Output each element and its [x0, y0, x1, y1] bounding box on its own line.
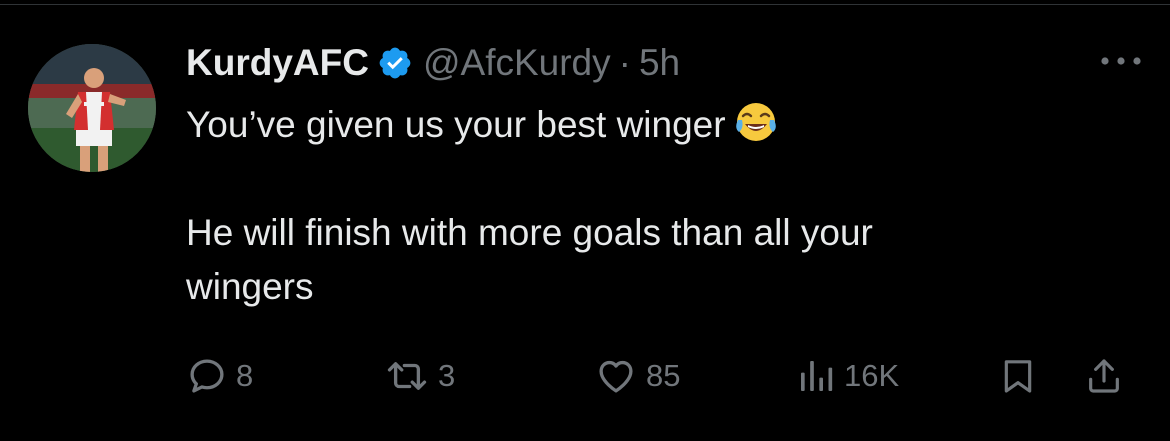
- tweet-text-line: You’ve given us your best winger: [186, 98, 1136, 152]
- retweet-icon: [387, 362, 427, 390]
- like-button[interactable]: 85: [594, 350, 680, 402]
- retweet-count: 3: [438, 358, 456, 393]
- like-count: 85: [646, 358, 681, 393]
- display-name[interactable]: KurdyAFC: [186, 42, 369, 84]
- retweet-button[interactable]: 3: [384, 350, 455, 402]
- share-icon: [1089, 359, 1119, 393]
- views-icon: [801, 361, 833, 391]
- separator-dot: ·: [618, 42, 631, 83]
- reply-button[interactable]: 8: [186, 350, 253, 402]
- handle[interactable]: @AfcKurdy: [423, 42, 611, 84]
- bookmark-button[interactable]: [998, 350, 1038, 402]
- more-options-button[interactable]: [1096, 46, 1146, 76]
- top-divider: [0, 4, 1170, 5]
- more-icon: [1101, 57, 1141, 65]
- heart-icon: [599, 360, 633, 393]
- bookmark-icon: [1004, 360, 1032, 393]
- tweet-header: KurdyAFC @AfcKurdy · 5h: [186, 36, 1136, 90]
- tweet-text-line: wingers: [186, 266, 314, 307]
- timestamp[interactable]: 5h: [639, 42, 680, 84]
- views-button[interactable]: 16K: [796, 350, 899, 402]
- avatar[interactable]: [28, 44, 156, 172]
- reply-count: 8: [236, 358, 254, 393]
- tweet-text-line: [186, 152, 1136, 206]
- tweet-body: KurdyAFC @AfcKurdy · 5h You’ve given us …: [186, 36, 1136, 314]
- action-bar: 8 3 85 16K: [186, 350, 1146, 402]
- tweet-text-line: He will finish with more goals than all …: [186, 212, 873, 253]
- views-count: 16K: [844, 358, 900, 393]
- avatar-image: [28, 44, 156, 172]
- share-button[interactable]: [1084, 350, 1124, 402]
- verified-badge-icon: [377, 45, 413, 81]
- tweet-text: You’ve given us your best winger He will…: [186, 98, 1136, 314]
- reply-icon: [190, 359, 224, 393]
- face-with-tears-of-joy-icon: [734, 100, 778, 144]
